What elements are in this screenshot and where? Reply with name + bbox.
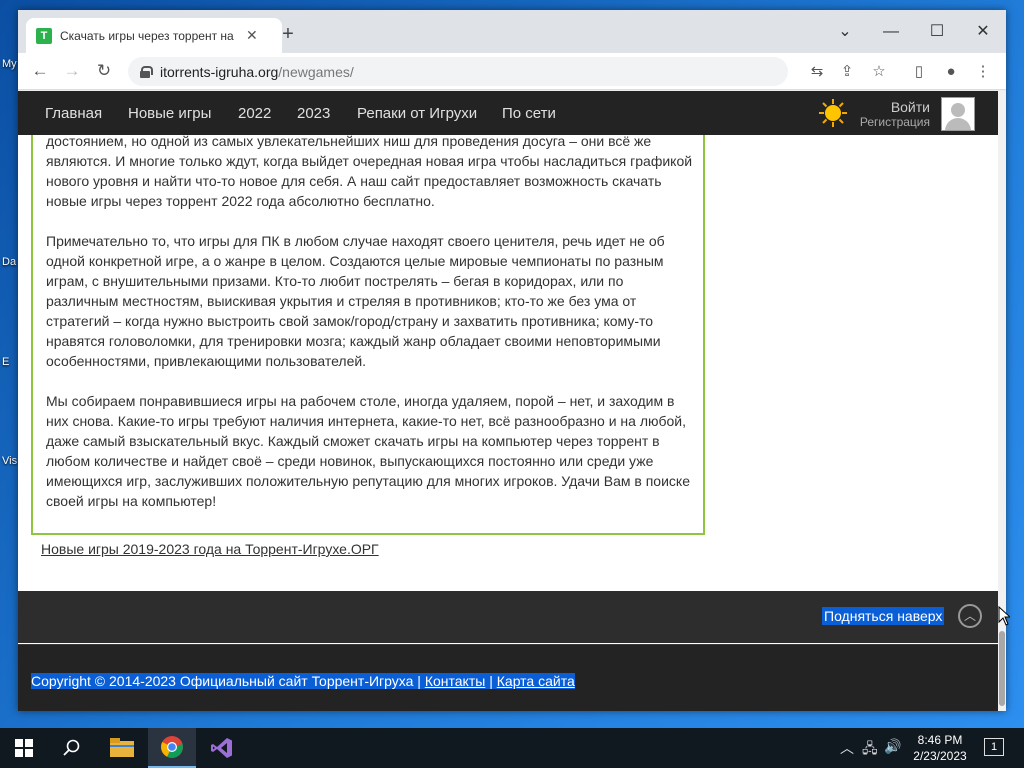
article-paragraph: Мы собираем понравившиеся игры на рабоче…	[46, 393, 690, 509]
content-box: достоянием, но одной из самых увлекатель…	[31, 133, 705, 535]
nav-repacks[interactable]: Репаки от Игрухи	[357, 105, 477, 122]
title-bar: T Скачать игры через торрент на ✕ + ⌄ — …	[18, 10, 1006, 53]
forward-button[interactable]: →	[60, 59, 84, 83]
desktop-icon-label[interactable]: Vis	[2, 455, 17, 467]
visual-studio-icon[interactable]	[198, 728, 246, 768]
profile-icon[interactable]: ●	[940, 61, 962, 83]
desktop-icon-label[interactable]: Da	[2, 256, 16, 268]
browser-toolbar: ← → ↻ itorrents-igruha.org /newgames/ ⇆ …	[18, 53, 1006, 90]
nav-new-games[interactable]: Новые игры	[128, 105, 211, 122]
taskbar: ︿ 🖧 🔊 8:46 PM 2/23/2023 1	[0, 728, 1024, 768]
new-tab-button[interactable]: +	[278, 24, 298, 44]
chevron-down-icon[interactable]: ⌄	[822, 18, 868, 46]
clock-time: 8:46 PM	[917, 733, 963, 747]
search-icon[interactable]	[48, 728, 96, 768]
nav-online[interactable]: По сети	[502, 105, 556, 122]
favicon-icon: T	[36, 27, 52, 44]
web-page: Главная Новые игры 2022 2023 Репаки от И…	[18, 91, 998, 711]
share-icon[interactable]: ⇪	[836, 61, 858, 83]
translate-icon[interactable]: ⇆	[806, 61, 828, 83]
site-nav: Главная Новые игры 2022 2023 Репаки от И…	[18, 91, 998, 135]
nav-2022[interactable]: 2022	[238, 105, 271, 122]
chevron-up-icon[interactable]: ︿	[840, 738, 854, 758]
reload-button[interactable]: ↻	[92, 59, 116, 83]
lock-icon[interactable]	[140, 65, 153, 78]
system-clock[interactable]: 8:46 PM 2/23/2023	[905, 732, 975, 764]
new-games-link[interactable]: Новые игры 2019-2023 года на Торрент-Игр…	[41, 541, 379, 557]
bookmark-star-icon[interactable]: ☆	[868, 61, 890, 83]
chrome-icon[interactable]	[148, 728, 196, 768]
article-paragraph: достоянием, но одной из самых увлекатель…	[46, 133, 693, 209]
copyright: Copyright © 2014-2023 Официальный сайт Т…	[31, 673, 575, 689]
close-tab-icon[interactable]: ✕	[246, 27, 258, 44]
desktop-icon-label[interactable]: My	[2, 58, 17, 70]
url-path: /newgames/	[278, 63, 354, 80]
side-panel-icon[interactable]: ▯	[908, 61, 930, 83]
tab-title: Скачать игры через торрент на	[60, 28, 234, 43]
footer-top: Подняться наверх ︿	[18, 591, 998, 643]
windows-start-icon[interactable]	[0, 728, 48, 768]
login-link[interactable]: Войти	[858, 99, 930, 115]
browser-tab[interactable]: T Скачать игры через торрент на ✕	[26, 18, 282, 53]
mouse-cursor-icon	[998, 606, 1010, 626]
back-button[interactable]: ←	[28, 59, 52, 83]
copyright-text: Copyright © 2014-2023 Официальный сайт Т…	[31, 673, 421, 689]
scrollbar-thumb[interactable]	[999, 631, 1005, 706]
footer-bottom: Copyright © 2014-2023 Официальный сайт Т…	[18, 644, 998, 711]
close-window-button[interactable]: ✕	[960, 18, 1006, 46]
desktop-icon-label[interactable]: E	[2, 356, 9, 368]
file-explorer-icon[interactable]	[98, 728, 146, 768]
browser-window: T Скачать игры через торрент на ✕ + ⌄ — …	[18, 10, 1006, 711]
notification-icon[interactable]: 1	[984, 738, 1004, 756]
network-icon[interactable]: 🖧	[862, 738, 878, 762]
clock-date: 2/23/2023	[913, 749, 967, 763]
minimize-button[interactable]: —	[868, 18, 914, 46]
chevron-up-icon[interactable]: ︿	[958, 604, 982, 628]
maximize-button[interactable]: ☐	[914, 18, 960, 46]
nav-2023[interactable]: 2023	[297, 105, 330, 122]
address-bar[interactable]: itorrents-igruha.org /newgames/	[128, 57, 788, 86]
menu-kebab-icon[interactable]: ⋮	[972, 61, 994, 83]
nav-home[interactable]: Главная	[45, 105, 102, 122]
article-paragraph: Примечательно то, что игры для ПК в любо…	[46, 233, 665, 369]
back-to-top-link[interactable]: Подняться наверх	[822, 607, 945, 625]
login-block: Войти Регистрация	[858, 99, 930, 129]
sun-icon[interactable]	[818, 98, 848, 128]
url-host: itorrents-igruha.org	[160, 63, 279, 80]
sitemap-link[interactable]: Карта сайта	[497, 673, 575, 689]
volume-icon[interactable]: 🔊	[884, 738, 901, 755]
register-link[interactable]: Регистрация	[858, 115, 930, 129]
contacts-link[interactable]: Контакты	[425, 673, 485, 689]
separator: |	[489, 673, 493, 689]
avatar[interactable]	[941, 97, 975, 131]
